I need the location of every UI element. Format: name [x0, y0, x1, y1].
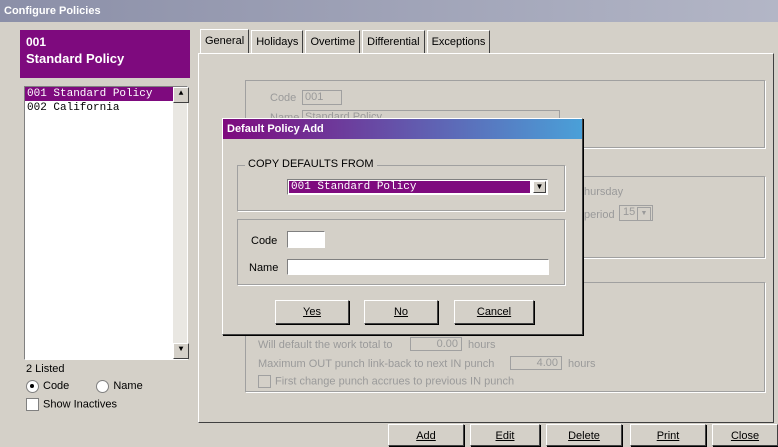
code-field: 001 — [302, 90, 342, 105]
default-work-unit: hours — [468, 339, 496, 351]
max-out-text: Maximum OUT punch link-back to next IN p… — [258, 358, 495, 370]
chevron-down-icon: ▼ — [637, 207, 651, 221]
max-out-unit: hours — [568, 358, 596, 370]
policy-name: Standard Policy — [26, 51, 125, 66]
default-policy-add-dialog: Default Policy Add COPY DEFAULTS FROM 00… — [222, 118, 583, 335]
tab-strip: General Holidays Overtime Differential E… — [200, 29, 491, 54]
show-inactives-checkbox[interactable]: Show Inactives — [26, 398, 117, 411]
radio-icon[interactable] — [96, 380, 110, 393]
tab-exceptions[interactable]: Exceptions — [426, 30, 491, 53]
list-item[interactable]: 002 California — [25, 101, 187, 115]
max-out-field: 4.00 — [510, 356, 562, 370]
edit-button[interactable]: Edit — [470, 424, 540, 446]
dialog-name-input[interactable] — [287, 259, 549, 275]
default-work-field: 0.00 — [410, 337, 462, 351]
list-scrollbar[interactable]: ▲ ▼ — [173, 87, 189, 359]
dialog-name-label: Name — [249, 262, 279, 274]
policy-header: 001 Standard Policy — [20, 30, 190, 78]
scroll-down-icon[interactable]: ▼ — [173, 343, 189, 359]
print-button[interactable]: Print — [630, 424, 706, 446]
copy-defaults-combo[interactable]: 001 Standard Policy ▼ — [287, 179, 548, 195]
first-change-checkbox: First change punch accrues to previous I… — [258, 375, 514, 388]
checkbox-icon[interactable] — [26, 398, 39, 411]
new-policy-group — [237, 219, 565, 285]
list-item[interactable]: 001 Standard Policy — [25, 87, 173, 101]
dialog-code-label: Code — [251, 235, 278, 247]
period-label: period — [584, 209, 615, 221]
code-label: Code — [270, 92, 297, 104]
list-count: 2 Listed — [26, 363, 65, 375]
add-button[interactable]: Add — [388, 424, 464, 446]
yes-button[interactable]: Yes — [275, 300, 349, 324]
tab-general[interactable]: General — [200, 29, 250, 54]
tab-differential[interactable]: Differential — [362, 30, 425, 53]
sort-code-radio[interactable]: Code — [26, 380, 69, 393]
chevron-down-icon[interactable]: ▼ — [533, 181, 546, 193]
copy-defaults-label: COPY DEFAULTS FROM — [245, 158, 377, 170]
cancel-button[interactable]: Cancel — [454, 300, 534, 324]
week-start-text: hursday — [584, 186, 624, 198]
dialog-title: Default Policy Add — [223, 119, 582, 139]
sort-options: Code Name — [26, 380, 143, 393]
policy-list[interactable]: 001 Standard Policy 002 California ▲ ▼ — [24, 86, 189, 360]
default-work-text: Will default the work total to — [258, 339, 393, 351]
radio-icon[interactable] — [26, 380, 39, 393]
period-select: 15 ▼ — [619, 205, 653, 221]
checkbox-icon — [258, 375, 271, 388]
delete-button[interactable]: Delete — [546, 424, 622, 446]
close-button[interactable]: Close — [712, 424, 778, 446]
tab-holidays[interactable]: Holidays — [251, 30, 304, 53]
dialog-code-input[interactable] — [287, 231, 325, 248]
window-title: Configure Policies — [0, 0, 778, 22]
policy-code: 001 — [26, 35, 47, 49]
scroll-up-icon[interactable]: ▲ — [173, 87, 189, 103]
no-button[interactable]: No — [364, 300, 438, 324]
tab-overtime[interactable]: Overtime — [305, 30, 361, 53]
sort-name-radio[interactable]: Name — [96, 380, 143, 393]
